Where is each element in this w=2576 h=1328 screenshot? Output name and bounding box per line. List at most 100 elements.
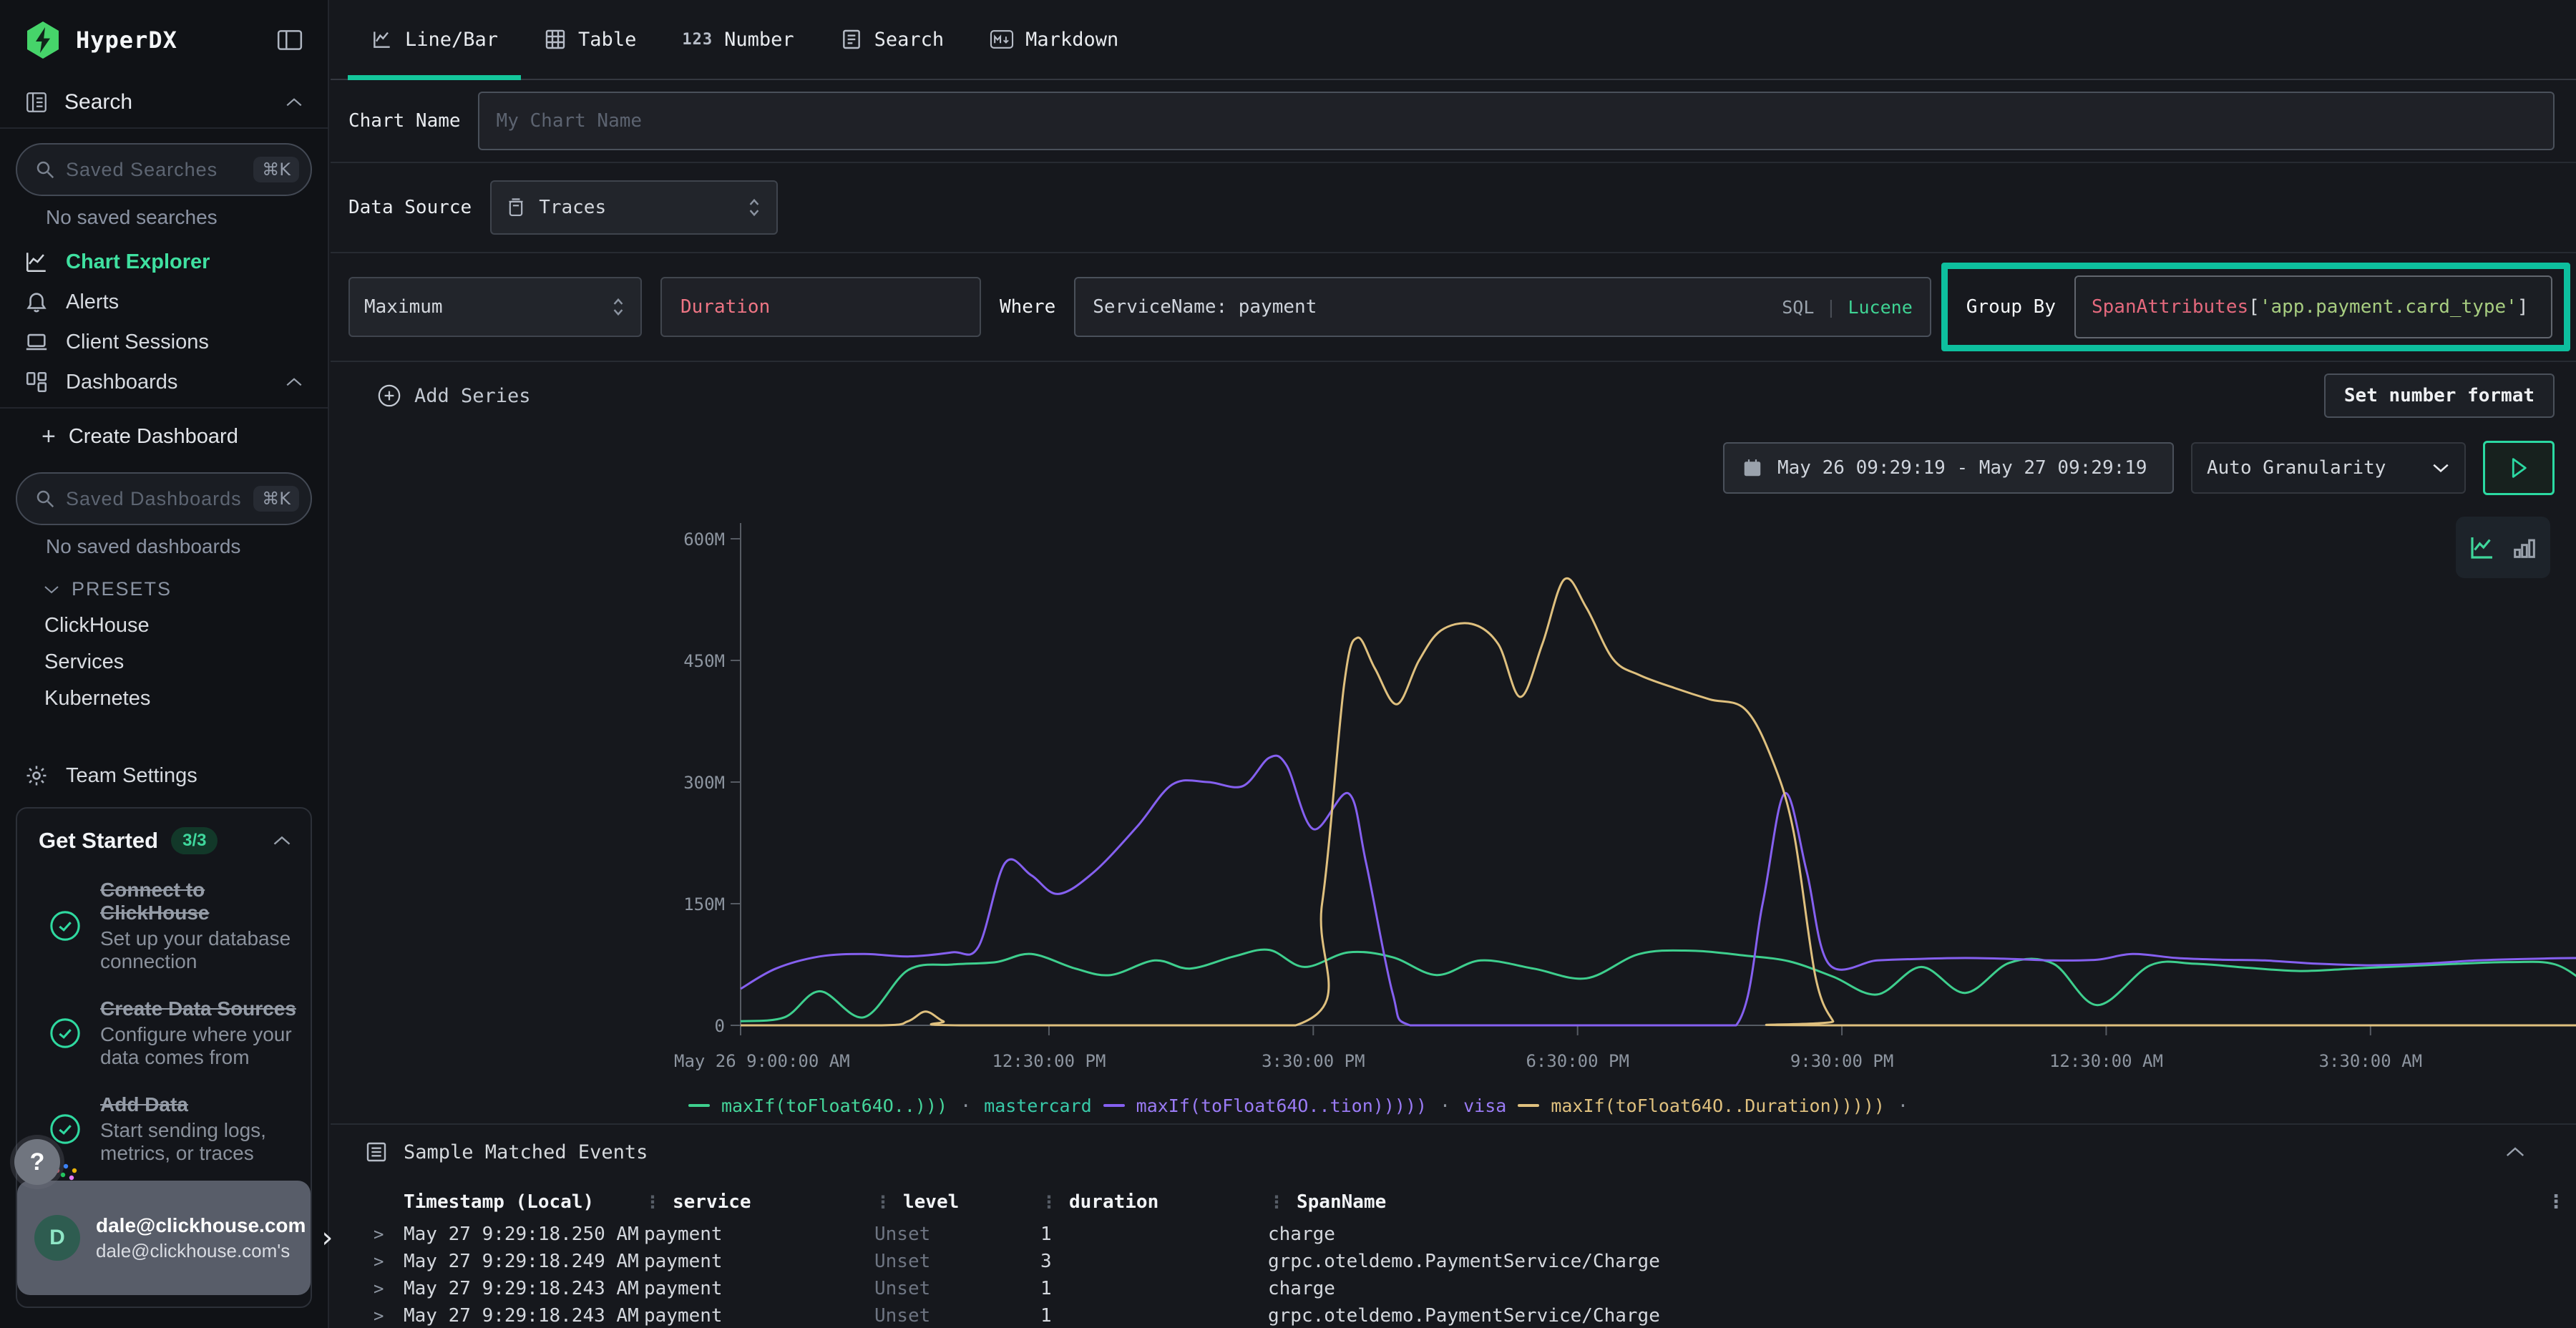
get-started-item[interactable]: Create Data Sources Configure where your… — [39, 997, 292, 1069]
where-input[interactable]: ServiceName: payment SQL | Lucene — [1074, 277, 1931, 337]
series-maxIf(Duration) · visa[interactable] — [741, 756, 2576, 1025]
table-row[interactable]: >May 27 9:29:18.249 AMpaymentUnset3grpc.… — [331, 1248, 2576, 1275]
sql-mode-toggle[interactable]: SQL — [1782, 297, 1814, 318]
sidebar-section-search[interactable]: Search — [0, 77, 328, 129]
row-expand-icon[interactable]: > — [374, 1251, 404, 1271]
column-header-duration[interactable]: ⋮duration — [1040, 1191, 1268, 1213]
aggregation-select[interactable]: Maximum — [348, 277, 642, 337]
table-row[interactable]: >May 27 9:29:18.250 AMpaymentUnset1charg… — [331, 1221, 2576, 1248]
sidebar-item-team-settings[interactable]: Team Settings — [0, 756, 328, 796]
chart-type-toggle[interactable] — [2456, 517, 2550, 578]
run-query-button[interactable] — [2483, 441, 2555, 495]
sidebar-collapse-icon[interactable] — [276, 29, 303, 52]
get-started-title: Get Started — [39, 828, 158, 854]
calendar-icon — [1742, 457, 1763, 479]
help-button[interactable]: ? — [14, 1139, 60, 1185]
cell-duration: 1 — [1040, 1278, 1268, 1299]
bar-chart-toggle-icon[interactable] — [2510, 533, 2539, 562]
cell-spanname: charge — [1268, 1224, 2536, 1245]
legend-series-label[interactable]: maxIf(toFloat64O..Duration))))) — [1551, 1095, 1885, 1116]
table-row[interactable]: >May 27 9:29:18.243 AMpaymentUnset1charg… — [331, 1275, 2576, 1302]
data-source-select[interactable]: Traces — [490, 180, 778, 235]
lucene-mode-toggle[interactable]: Lucene — [1848, 297, 1912, 318]
presets-header[interactable]: PRESETS — [0, 571, 328, 607]
row-expand-icon[interactable]: > — [374, 1279, 404, 1299]
sidebar-item-client-sessions[interactable]: Client Sessions — [0, 322, 328, 362]
table-row[interactable]: >May 27 9:29:18.243 AMpaymentUnset1grpc.… — [331, 1302, 2576, 1328]
line-chart-icon — [371, 28, 394, 51]
preset-services[interactable]: Services — [0, 644, 328, 680]
no-saved-searches-label: No saved searches — [46, 206, 328, 229]
preset-clickhouse[interactable]: ClickHouse — [0, 607, 328, 644]
legend-series-label[interactable]: maxIf(toFloat64O..))) — [721, 1095, 947, 1116]
tab-table[interactable]: Table — [521, 0, 659, 79]
column-header-level[interactable]: ⋮level — [874, 1191, 1040, 1213]
chevron-down-icon — [43, 584, 60, 595]
markdown-icon — [990, 29, 1014, 50]
cell-spanname: charge — [1268, 1278, 2536, 1299]
chevron-down-icon — [2431, 462, 2450, 474]
get-started-item[interactable]: Add Data Start sending logs, metrics, or… — [39, 1093, 292, 1165]
column-resize-handle[interactable]: ⋮ — [644, 1192, 661, 1212]
preset-kubernetes[interactable]: Kubernetes — [0, 680, 328, 717]
series-maxIf(Duration) · mastercard[interactable] — [741, 949, 2576, 1021]
sidebar-item-dashboards[interactable]: Dashboards — [0, 362, 328, 409]
set-number-format-button[interactable]: Set number format — [2324, 374, 2555, 418]
column-resize-handle[interactable]: ⋮ — [1268, 1192, 1285, 1212]
table-icon — [544, 28, 567, 51]
column-resize-handle[interactable]: ⋮ — [1040, 1192, 1058, 1212]
series-maxIf(Duration) · (empty)[interactable] — [741, 578, 2576, 1025]
user-menu[interactable]: D dale@clickhouse.com dale@clickhouse.co… — [17, 1181, 311, 1295]
check-circle-icon — [49, 909, 82, 942]
tab-number[interactable]: 123 Number — [659, 0, 816, 79]
legend-swatch — [1103, 1104, 1125, 1107]
where-label: Where — [1000, 296, 1055, 318]
line-chart-toggle-icon[interactable] — [2467, 532, 2497, 562]
chart-name-input[interactable]: My Chart Name — [478, 92, 2555, 150]
svg-text:600M: 600M — [683, 529, 725, 550]
plus-circle-icon — [377, 384, 401, 408]
column-header-service[interactable]: ⋮service — [644, 1191, 874, 1213]
saved-dashboards-input[interactable]: Saved Dashboards ⌘K — [16, 472, 312, 525]
table-header-row: Timestamp (Local)⋮service⋮level⋮duration… — [331, 1183, 2576, 1221]
panel-title: Sample Matched Events — [404, 1141, 648, 1163]
granularity-select[interactable]: Auto Granularity — [2191, 442, 2466, 494]
row-expand-icon[interactable]: > — [374, 1306, 404, 1326]
row-expand-icon[interactable]: > — [374, 1224, 404, 1244]
svg-text:6:30:00 PM: 6:30:00 PM — [1526, 1051, 1629, 1071]
metric-field-input[interactable]: Duration — [660, 277, 981, 337]
chevron-up-icon[interactable] — [272, 834, 292, 847]
main-content: Line/Bar Table 123 Number Search Markdow… — [331, 0, 2576, 1328]
hyperdx-logo-icon — [24, 20, 62, 60]
tab-markdown[interactable]: Markdown — [967, 0, 1141, 79]
chevron-up-icon[interactable] — [2504, 1145, 2526, 1159]
date-range-input[interactable]: May 26 09:29:19 - May 27 09:29:19 — [1723, 442, 2174, 494]
sidebar-item-alerts[interactable]: Alerts — [0, 282, 328, 322]
legend-separator: · — [1438, 1095, 1452, 1116]
cell-timestamp-local-: May 27 9:29:18.249 AM — [404, 1251, 644, 1272]
select-chevrons-icon — [746, 197, 762, 218]
saved-searches-input[interactable]: Saved Searches ⌘K — [16, 143, 312, 196]
line-chart-svg[interactable]: 0150M300M450M600MMay 26 9:00:00 AM12:30:… — [673, 507, 2576, 1088]
group-by-input[interactable]: SpanAttributes['app.payment.card_type'] — [2074, 275, 2552, 338]
table-menu-icon[interactable]: ⋮ — [2536, 1191, 2576, 1213]
chart-legend: maxIf(toFloat64O..))) · mastercard maxIf(to… — [331, 1088, 2576, 1123]
legend-group-label[interactable]: visa — [1463, 1095, 1506, 1116]
column-header-spanname[interactable]: ⋮SpanName — [1268, 1191, 2536, 1213]
sample-events-table: Timestamp (Local)⋮service⋮level⋮duration… — [331, 1183, 2576, 1328]
column-header-timestamp-local-[interactable]: Timestamp (Local) — [404, 1191, 644, 1213]
sidebar-item-chart-explorer[interactable]: Chart Explorer — [0, 242, 328, 282]
avatar: D — [34, 1215, 80, 1261]
legend-series-label[interactable]: maxIf(toFloat64O..tion))))) — [1136, 1095, 1427, 1116]
123-icon: 123 — [682, 31, 713, 49]
tab-line-bar[interactable]: Line/Bar — [348, 0, 521, 79]
legend-group-label[interactable]: mastercard — [984, 1095, 1092, 1116]
create-dashboard-button[interactable]: + Create Dashboard — [0, 409, 328, 458]
column-resize-handle[interactable]: ⋮ — [874, 1192, 892, 1212]
timeseries-chart[interactable]: 0150M300M450M600MMay 26 9:00:00 AM12:30:… — [331, 507, 2576, 1088]
cell-service: payment — [644, 1251, 874, 1272]
get-started-item[interactable]: Connect to ClickHouse Set up your databa… — [39, 879, 292, 973]
add-series-button[interactable]: Add Series — [377, 384, 531, 408]
cell-duration: 3 — [1040, 1251, 1268, 1272]
tab-search[interactable]: Search — [817, 0, 967, 79]
